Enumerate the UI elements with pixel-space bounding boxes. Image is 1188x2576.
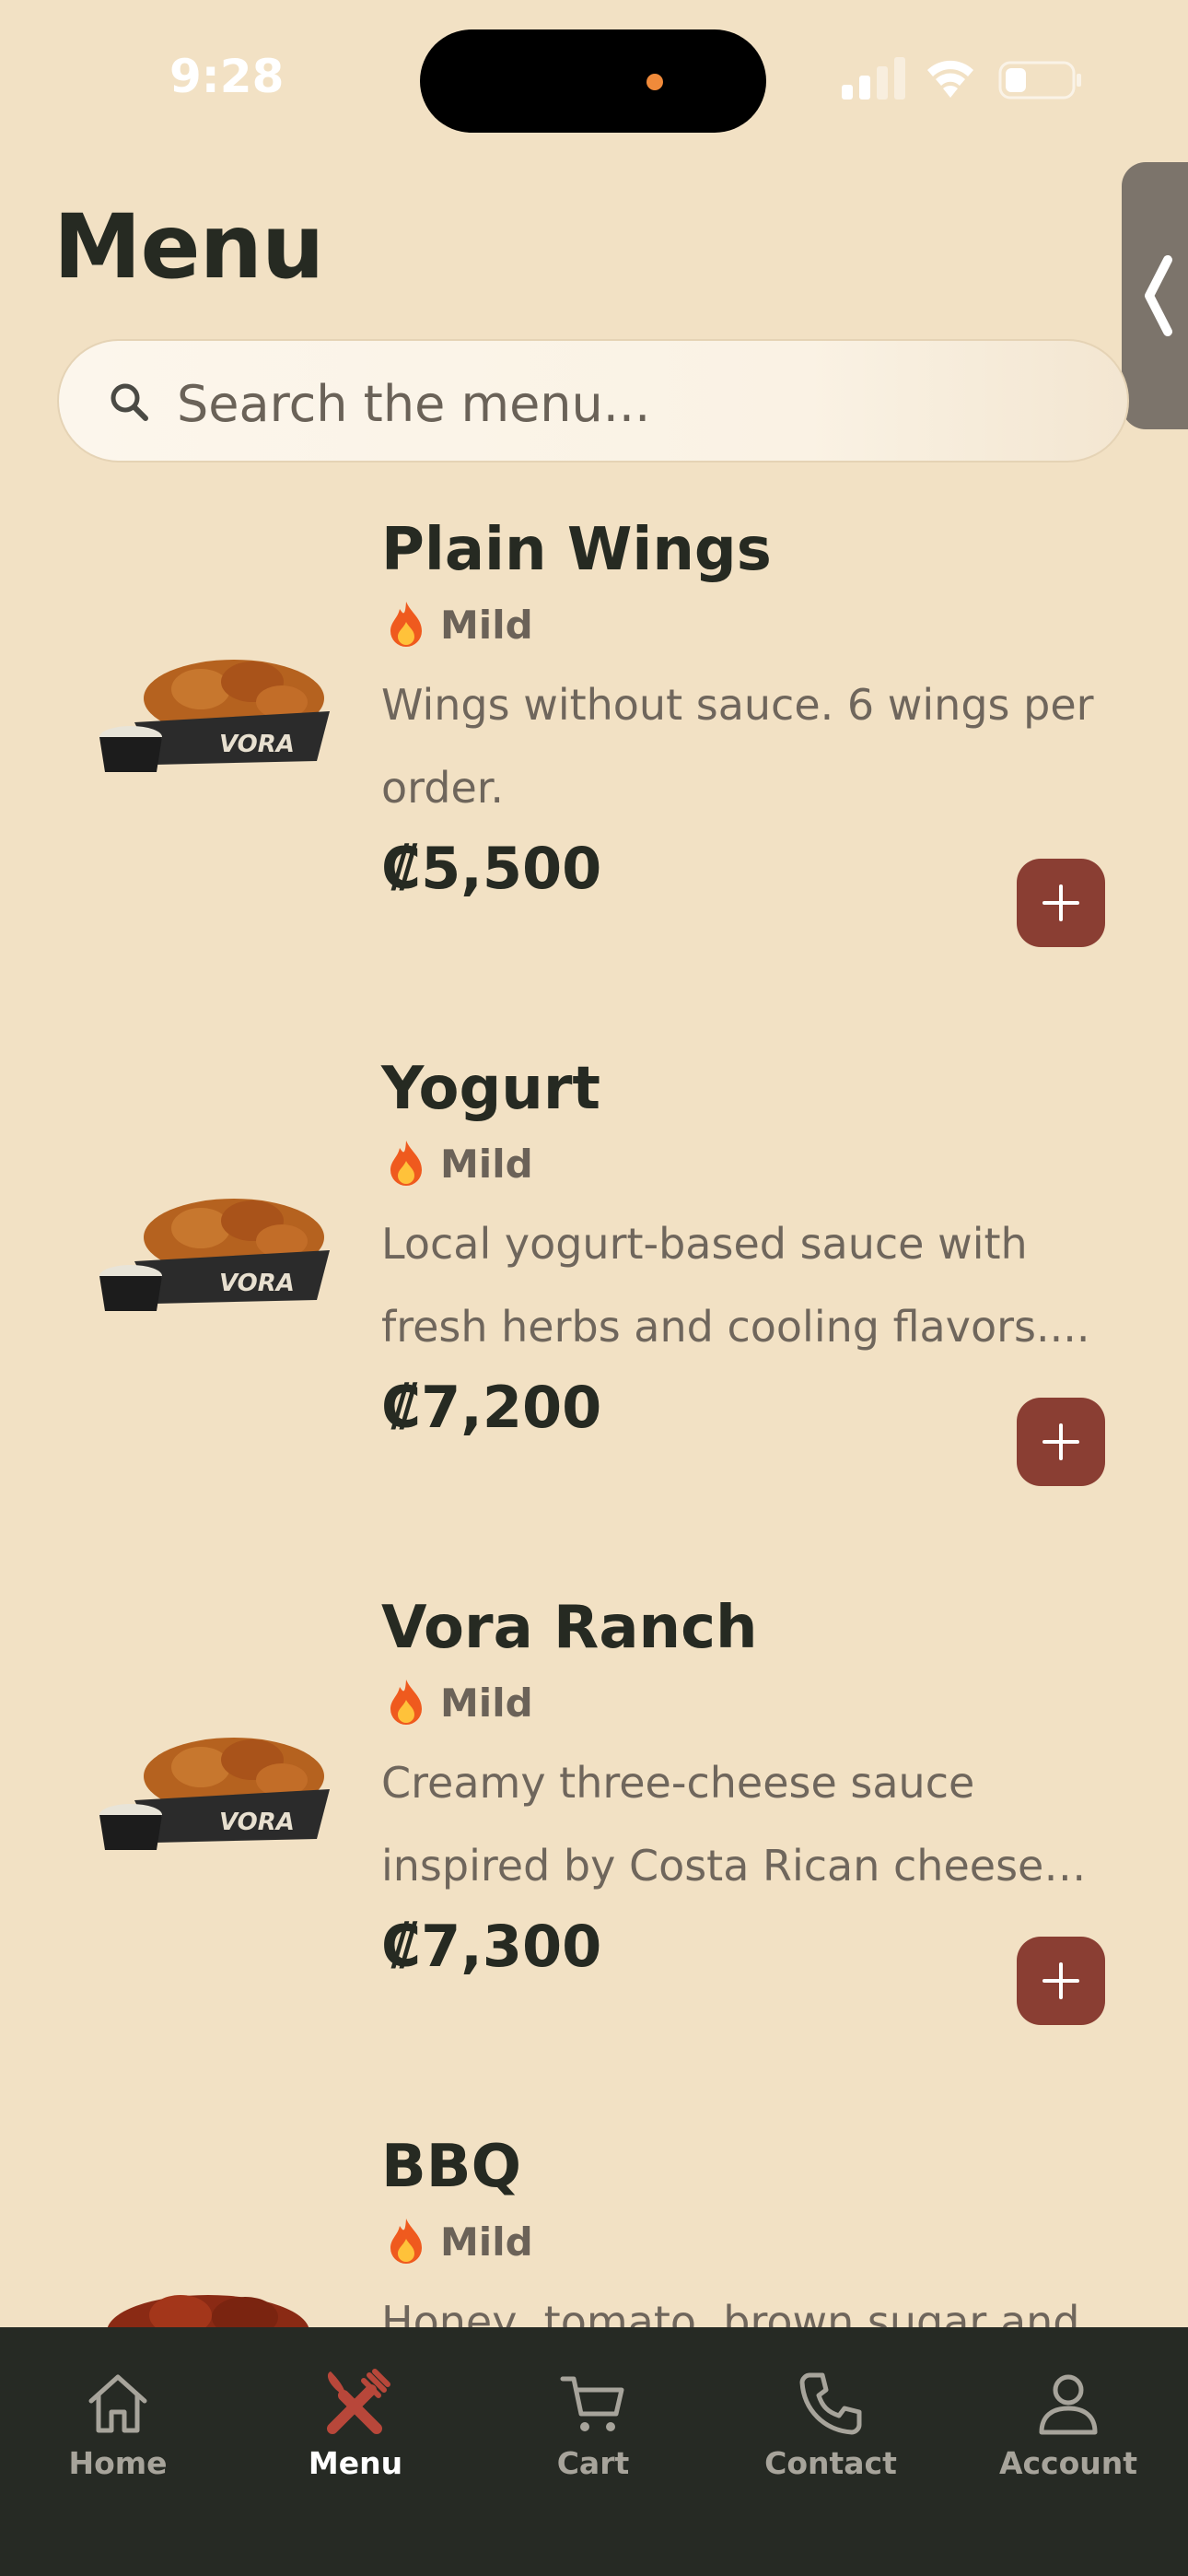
- camera-indicator-dot: [646, 74, 663, 90]
- tab-label: Cart: [556, 2445, 630, 2481]
- fork-knife-icon: [327, 2369, 390, 2434]
- item-price: ₡5,500: [381, 835, 602, 902]
- heat-level: Mild: [385, 2216, 533, 2267]
- item-description: Local yogurt-based sauce with fresh herb…: [381, 1219, 1090, 1352]
- tab-account[interactable]: Account: [976, 2368, 1160, 2515]
- menu-item[interactable]: VORA Plain Wings Mild Wings without sauc…: [0, 498, 1188, 1013]
- item-description: Creamy three-cheese sauce inspired by Co…: [381, 1758, 1044, 1891]
- status-time: 9:28: [169, 50, 285, 103]
- fire-icon: [390, 1141, 422, 1186]
- battery-icon: [998, 61, 1081, 100]
- cart-icon: [560, 2376, 624, 2431]
- tab-label: Contact: [764, 2445, 897, 2481]
- plus-icon: [1042, 1962, 1079, 1999]
- menu-list[interactable]: VORA Plain Wings Mild Wings without sauc…: [0, 498, 1188, 2327]
- item-name: BBQ: [381, 2133, 521, 2201]
- search-input[interactable]: [175, 367, 1063, 440]
- svg-text:VORA: VORA: [219, 1270, 295, 1297]
- item-price: ₡7,300: [381, 1913, 602, 1980]
- heat-level: Mild: [385, 1677, 533, 1728]
- item-price: ₡7,200: [381, 1374, 602, 1441]
- wings-basket-image: VORA: [99, 1199, 330, 1311]
- menu-item[interactable]: VORA Vora Ranch Mild Creamy three-cheese…: [0, 1575, 1188, 2091]
- fire-icon: [390, 1680, 422, 1725]
- add-to-cart-button[interactable]: [1017, 859, 1105, 947]
- tab-cart[interactable]: Cart: [501, 2368, 685, 2515]
- plus-icon: [1042, 1423, 1079, 1460]
- home-icon: [88, 2374, 147, 2433]
- heat-level: Mild: [385, 1138, 533, 1189]
- heat-label: Mild: [440, 602, 533, 648]
- item-name: Vora Ranch: [381, 1594, 758, 1662]
- wifi-icon: [927, 60, 973, 98]
- search-icon: [111, 383, 148, 421]
- tab-label: Menu: [308, 2445, 403, 2481]
- phone-icon: [799, 2372, 862, 2435]
- item-name: Plain Wings: [381, 516, 772, 584]
- svg-text:VORA: VORA: [219, 1809, 295, 1836]
- tab-contact[interactable]: Contact: [739, 2368, 923, 2515]
- wings-basket-image: VORA: [99, 1738, 330, 1850]
- heat-level: Mild: [385, 599, 533, 650]
- tab-home[interactable]: Home: [26, 2368, 210, 2515]
- bbq-wings-image: [107, 2295, 309, 2327]
- add-to-cart-button[interactable]: [1017, 1937, 1105, 2025]
- item-description: Wings without sauce. 6 wings per order.: [381, 680, 1094, 813]
- tab-menu[interactable]: Menu: [263, 2368, 448, 2515]
- fire-icon: [390, 2219, 422, 2264]
- page-title: Menu: [53, 195, 324, 299]
- add-to-cart-button[interactable]: [1017, 1398, 1105, 1486]
- menu-item[interactable]: VORA Yogurt Mild Local yogurt-based sauc…: [0, 1036, 1188, 1552]
- heat-label: Mild: [440, 2219, 533, 2265]
- tab-label: Account: [998, 2445, 1138, 2481]
- chevron-left-icon: [1145, 255, 1172, 336]
- bottom-tab-bar: Home Menu Cart Contact Account: [0, 2327, 1188, 2576]
- plus-icon: [1042, 884, 1079, 921]
- item-description: Honey, tomato, brown sugar and: [381, 2297, 1080, 2327]
- item-name: Yogurt: [381, 1055, 600, 1123]
- heat-label: Mild: [440, 1141, 533, 1187]
- fire-icon: [390, 602, 422, 647]
- tab-label: Home: [68, 2445, 168, 2481]
- wings-basket-image: VORA: [99, 660, 330, 772]
- dynamic-island: [420, 29, 766, 133]
- side-drawer-handle[interactable]: [1122, 162, 1188, 429]
- user-icon: [1039, 2374, 1098, 2435]
- menu-item[interactable]: BBQ Mild Honey, tomato, brown sugar and: [0, 2114, 1188, 2327]
- cellular-signal-icon: [842, 57, 905, 100]
- heat-label: Mild: [440, 1680, 533, 1726]
- search-bar[interactable]: [57, 339, 1129, 463]
- svg-text:VORA: VORA: [219, 731, 295, 758]
